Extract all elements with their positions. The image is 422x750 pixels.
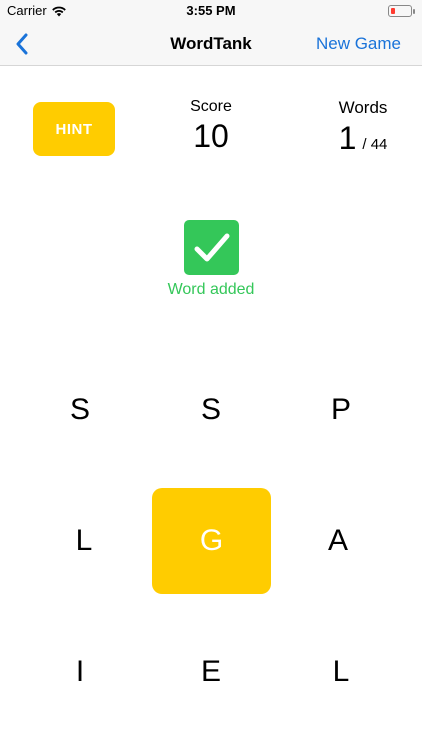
words-panel: Words 1 / 44 <box>318 98 408 157</box>
letter-tile[interactable]: S <box>20 357 140 463</box>
score-value: 10 <box>193 118 229 154</box>
letter-tile[interactable]: S <box>151 357 271 463</box>
hint-button[interactable]: HINT <box>33 102 115 156</box>
words-label: Words <box>338 98 388 117</box>
letter-tile[interactable]: P <box>281 357 401 463</box>
checkmark-icon <box>184 220 239 275</box>
navigation-bar: WordTank New Game <box>0 22 422 66</box>
words-found: 1 <box>338 120 357 156</box>
letter-tile[interactable]: L <box>281 619 401 725</box>
score-panel: Score 10 <box>161 98 261 155</box>
check-icon <box>194 233 229 261</box>
words-total: / 44 <box>362 136 388 153</box>
new-game-button[interactable]: New Game <box>316 34 401 54</box>
feedback-message: Word added <box>167 281 255 298</box>
words-count: 1 / 44 <box>318 120 408 157</box>
battery-icon <box>388 5 415 17</box>
letter-tile[interactable]: E <box>151 619 271 725</box>
letter-tile[interactable]: A <box>278 488 398 594</box>
status-bar: Carrier 3:55 PM <box>0 0 422 22</box>
status-time: 3:55 PM <box>186 3 236 18</box>
score-label: Score <box>190 98 232 115</box>
letter-tile-selected[interactable]: G <box>152 488 271 594</box>
letter-tile[interactable]: L <box>24 488 144 594</box>
battery-level <box>391 8 395 14</box>
letter-tile[interactable]: I <box>20 619 140 725</box>
